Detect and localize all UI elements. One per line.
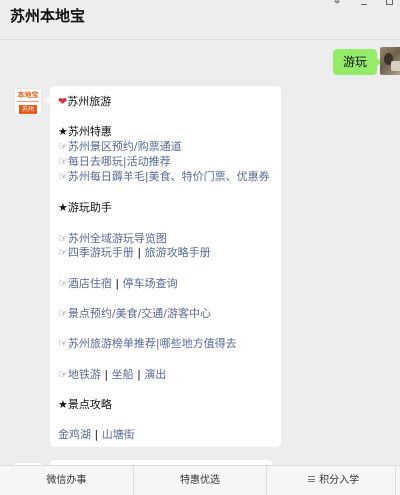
maximize-icon[interactable] xyxy=(386,0,393,5)
user-message: 游玩 xyxy=(333,49,383,75)
helper-line-transport: ☞地铁游 | 坐船 | 演出 xyxy=(58,367,166,382)
specials-heading: ★苏州特惠 xyxy=(58,125,112,138)
bot-reply-bubble: ❤苏州旅游 ★苏州特惠 ☞苏州景区预约/购票通道 ☞每日去哪玩|活动推荐 ☞苏州… xyxy=(45,86,281,447)
link-metro-tour[interactable]: ☞地铁游 xyxy=(58,368,101,381)
menu-points-enrollment[interactable]: 积分入学 xyxy=(266,466,400,495)
helper-heading: ★游玩助手 xyxy=(58,201,112,214)
logo-divider xyxy=(17,101,39,102)
heart-icon: ❤ xyxy=(58,95,68,108)
helper-line-handbooks: ☞四季游玩手册 | 旅游攻略手册 xyxy=(58,245,211,260)
link-boat[interactable]: 坐船 xyxy=(112,368,134,381)
minimize-icon[interactable] xyxy=(361,4,367,5)
divider: | xyxy=(104,368,109,381)
user-avatar[interactable] xyxy=(380,47,400,75)
link-seasons-handbook[interactable]: ☞四季游玩手册 xyxy=(58,246,134,259)
link-travel-guide[interactable]: 旅游攻略手册 xyxy=(145,246,211,259)
menu-label-1: 微信办事 xyxy=(46,475,87,486)
link-shantang-street[interactable]: 山塘街 xyxy=(102,428,135,441)
reply-title: 苏州旅游 xyxy=(67,95,112,108)
menu-deals[interactable]: 特惠优选 xyxy=(132,466,267,495)
link-daily-deals[interactable]: ☞苏州每日薅羊毛|美食、特价门票、优惠券 xyxy=(58,169,270,184)
bot-avatar[interactable]: 本地宝 苏州 xyxy=(14,88,42,116)
logo-text-bottom: 苏州 xyxy=(19,105,37,114)
divider: | xyxy=(94,428,99,441)
attractions-heading: ★景点攻略 xyxy=(58,398,112,411)
logo-text-top: 本地宝 xyxy=(17,91,39,99)
menu-edge-divider xyxy=(395,465,396,495)
menu-label-2: 特惠优选 xyxy=(180,475,220,486)
menu-list-icon xyxy=(308,476,316,482)
menu-wechat-services[interactable]: 微信办事 xyxy=(0,466,133,495)
link-scenic-services[interactable]: ☞景点预约/美食/交通/游客中心 xyxy=(58,306,211,321)
link-shows[interactable]: 演出 xyxy=(144,368,166,381)
link-guide-map[interactable]: ☞苏州全域游玩导览图 xyxy=(58,231,167,246)
reply-title-line: ❤苏州旅游 xyxy=(58,94,111,109)
chat-title: 苏州本地宝 xyxy=(10,7,86,25)
menu-label-3: 积分入学 xyxy=(319,475,360,486)
link-rankings[interactable]: ☞苏州旅游榜单推荐|哪些地方值得去 xyxy=(58,336,237,351)
link-parking[interactable]: 停车场查询 xyxy=(123,277,178,290)
link-scenic-booking[interactable]: ☞苏州景区预约/购票通道 xyxy=(58,139,182,154)
chat-header: 苏州本地宝 ⌖ xyxy=(0,0,400,40)
divider: | xyxy=(137,246,142,259)
link-hotels[interactable]: ☞酒店住宿 xyxy=(58,277,112,290)
helper-line-hotel: ☞酒店住宿 | 停车场查询 xyxy=(58,276,178,291)
avatar-detail xyxy=(391,61,400,71)
divider: | xyxy=(137,368,141,381)
pin-icon[interactable]: ⌖ xyxy=(334,0,340,8)
link-jinji-lake[interactable]: 金鸡湖 xyxy=(58,428,91,441)
attractions-line: 金鸡湖 | 山塘街 xyxy=(58,427,135,442)
link-daily-activities[interactable]: ☞每日去哪玩|活动推荐 xyxy=(58,154,171,169)
bottom-menu: 微信办事 特惠优选 积分入学 xyxy=(0,465,400,495)
divider: | xyxy=(115,277,120,290)
